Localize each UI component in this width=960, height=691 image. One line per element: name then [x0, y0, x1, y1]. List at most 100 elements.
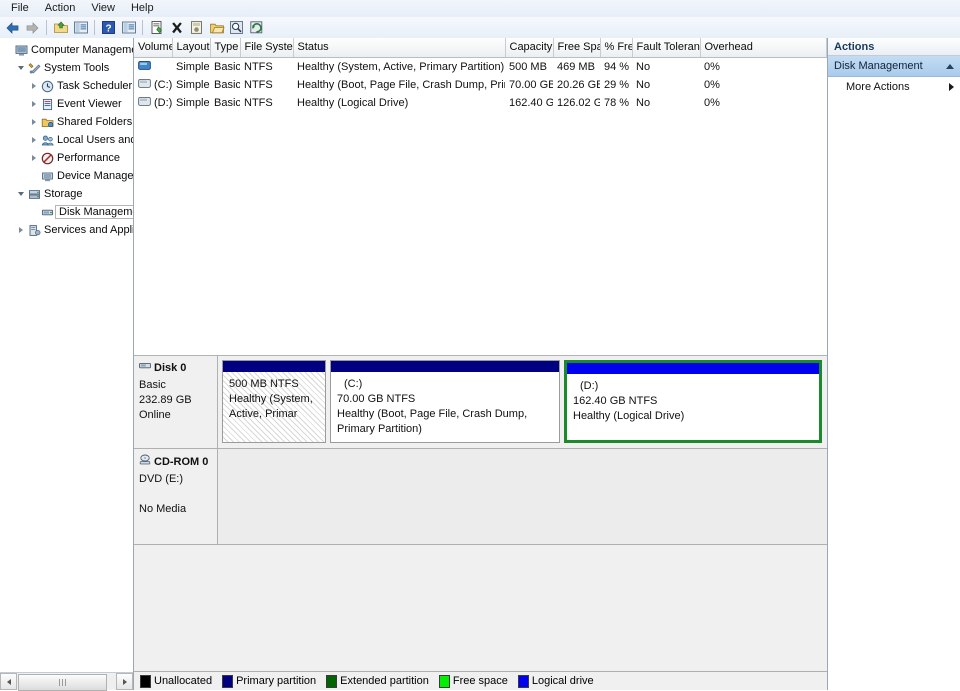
chevron-right-icon[interactable] — [949, 83, 954, 91]
cdrom0-info[interactable]: CD-ROM 0 DVD (E:) No Media — [134, 449, 218, 544]
tree-item-label: Local Users and Groups — [57, 134, 133, 146]
column-header-type[interactable]: Type — [210, 38, 241, 58]
show-hide-console-tree-icon[interactable] — [71, 18, 90, 37]
partition-details: 500 MB NTFS Healthy (System, Active, Pri… — [223, 372, 325, 442]
disk0-info[interactable]: Disk 0 Basic 232.89 GB Online — [134, 356, 218, 448]
volume-table-header-row: Volume Layout Type File System Status Ca… — [134, 38, 827, 58]
tree-item-label: Shared Folders — [57, 116, 133, 128]
menu-item-view[interactable]: View — [84, 1, 122, 16]
menu-item-file[interactable]: File — [4, 1, 36, 16]
tree-expander[interactable] — [28, 101, 39, 107]
tree-item-local-users-and-groups[interactable]: Local Users and Groups — [2, 131, 133, 149]
cell-file-system: NTFS — [244, 79, 273, 91]
tree-expander[interactable] — [15, 227, 26, 233]
cell-volume — [134, 58, 172, 77]
cell-overhead: 0% — [704, 61, 720, 73]
menu-item-help[interactable]: Help — [124, 1, 161, 16]
tree-item-system-tools[interactable]: System Tools — [2, 59, 133, 77]
clock-icon — [39, 80, 55, 93]
legend-swatch — [438, 674, 450, 688]
table-row[interactable]: (D:) Simple Basic NTFS Healthy (Logical … — [134, 94, 827, 112]
column-header-capacity[interactable]: Capacity — [505, 38, 554, 58]
cell-free-space: 20.26 GB — [557, 79, 600, 91]
actions-group-disk-management[interactable]: Disk Management — [828, 56, 960, 77]
forward-icon[interactable] — [23, 18, 42, 37]
menu-bar: File Action View Help — [0, 0, 960, 17]
cell-status: Healthy (System, Active, Primary Partiti… — [297, 61, 505, 73]
partition-details: (D:) 162.40 GB NTFS Healthy (Logical Dri… — [567, 374, 819, 440]
up-one-level-icon[interactable] — [51, 18, 70, 37]
tree-item-device-manager[interactable]: Device Manager — [2, 167, 133, 185]
tree-expander[interactable] — [28, 155, 39, 161]
search-icon[interactable] — [227, 18, 246, 37]
partition-color-bar — [567, 363, 819, 374]
legend-item-extended-partition: Extended partition — [326, 674, 429, 688]
menu-item-action[interactable]: Action — [38, 1, 83, 16]
tree-expander[interactable] — [28, 83, 39, 89]
partition-d[interactable]: (D:) 162.40 GB NTFS Healthy (Logical Dri… — [564, 360, 822, 443]
tree-expander[interactable] — [28, 119, 39, 125]
column-header-volume[interactable]: Volume — [134, 38, 173, 58]
legend-label: Primary partition — [236, 675, 317, 687]
column-header-layout[interactable]: Layout — [172, 38, 211, 58]
actions-pane-empty-area — [828, 97, 960, 690]
tree-item-disk-management[interactable]: Disk Management — [2, 203, 133, 221]
table-row[interactable]: Simple Basic NTFS Healthy (System, Activ… — [134, 58, 827, 77]
disk-management-pane: Volume Layout Type File System Status Ca… — [134, 38, 828, 690]
open-icon[interactable] — [207, 18, 226, 37]
column-header-overhead[interactable]: Overhead — [700, 38, 827, 58]
tree-item-task-scheduler[interactable]: Task Scheduler — [2, 77, 133, 95]
cell-free-space: 126.02 GB — [557, 97, 600, 109]
partition-system-reserved[interactable]: 500 MB NTFS Healthy (System, Active, Pri… — [222, 360, 326, 443]
column-header-percent-free[interactable]: % Free — [600, 38, 633, 58]
cdrom0-title: CD-ROM 0 — [139, 454, 213, 470]
cdrom0-status: No Media — [139, 503, 187, 515]
tree-item-storage[interactable]: Storage — [2, 185, 133, 203]
tree-item-shared-folders[interactable]: Shared Folders — [2, 113, 133, 131]
refresh-icon[interactable] — [247, 18, 266, 37]
disk0-status: Online — [139, 409, 171, 421]
legend-label: Logical drive — [531, 675, 594, 687]
column-header-free-space[interactable]: Free Space — [553, 38, 601, 58]
cell-percent-free: 94 % — [604, 61, 630, 73]
tree-horizontal-scrollbar[interactable] — [0, 672, 133, 691]
tree-expander[interactable] — [28, 137, 39, 143]
partition-c[interactable]: (C:) 70.00 GB NTFS Healthy (Boot, Page F… — [330, 360, 560, 443]
actions-item-label: More Actions — [846, 81, 910, 93]
system-tools-icon — [26, 62, 42, 75]
tree-item-services-and-applications[interactable]: Services and Applications — [2, 221, 133, 239]
rescan-disks-icon[interactable] — [187, 18, 206, 37]
actions-pane: Actions Disk Management More Actions — [828, 38, 960, 690]
legend-swatch — [326, 674, 338, 688]
cell-type: Basic — [214, 61, 240, 73]
help-icon[interactable]: ? — [99, 18, 118, 37]
show-hide-action-pane-icon[interactable] — [119, 18, 138, 37]
tree-item-computer-management[interactable]: Computer Management (Local — [2, 41, 133, 59]
column-header-status[interactable]: Status — [293, 38, 506, 58]
legend-label: Free space — [452, 675, 508, 687]
chevron-up-icon[interactable] — [946, 63, 954, 69]
scroll-right-button[interactable] — [116, 673, 133, 690]
tree-item-performance[interactable]: Performance — [2, 149, 133, 167]
cell-layout: Simple — [176, 61, 210, 73]
properties-icon[interactable] — [147, 18, 166, 37]
graphical-view: Disk 0 Basic 232.89 GB Online 500 MB NTF… — [134, 356, 827, 690]
cell-overhead: 0% — [704, 79, 720, 91]
scroll-thumb[interactable] — [18, 674, 108, 691]
tree-expander[interactable] — [15, 192, 26, 196]
back-icon[interactable] — [3, 18, 22, 37]
table-row[interactable]: (C:) Simple Basic NTFS Healthy (Boot, Pa… — [134, 76, 827, 94]
delete-icon[interactable] — [167, 18, 186, 37]
column-header-fault-tolerance[interactable]: Fault Tolerance — [632, 38, 701, 58]
scroll-track[interactable] — [17, 674, 116, 691]
partition-letter: (C:) — [344, 378, 363, 390]
tree-item-label: Event Viewer — [57, 98, 122, 110]
column-header-file-system[interactable]: File System — [240, 38, 294, 58]
disk0-partitions: 500 MB NTFS Healthy (System, Active, Pri… — [218, 356, 827, 448]
cdrom0-name: CD-ROM 0 — [154, 455, 209, 468]
actions-item-more-actions[interactable]: More Actions — [828, 77, 960, 97]
tree-item-event-viewer[interactable]: Event Viewer — [2, 95, 133, 113]
tree-expander[interactable] — [15, 66, 26, 70]
partition-size: 70.00 GB NTFS — [337, 393, 416, 405]
scroll-left-button[interactable] — [0, 673, 17, 690]
